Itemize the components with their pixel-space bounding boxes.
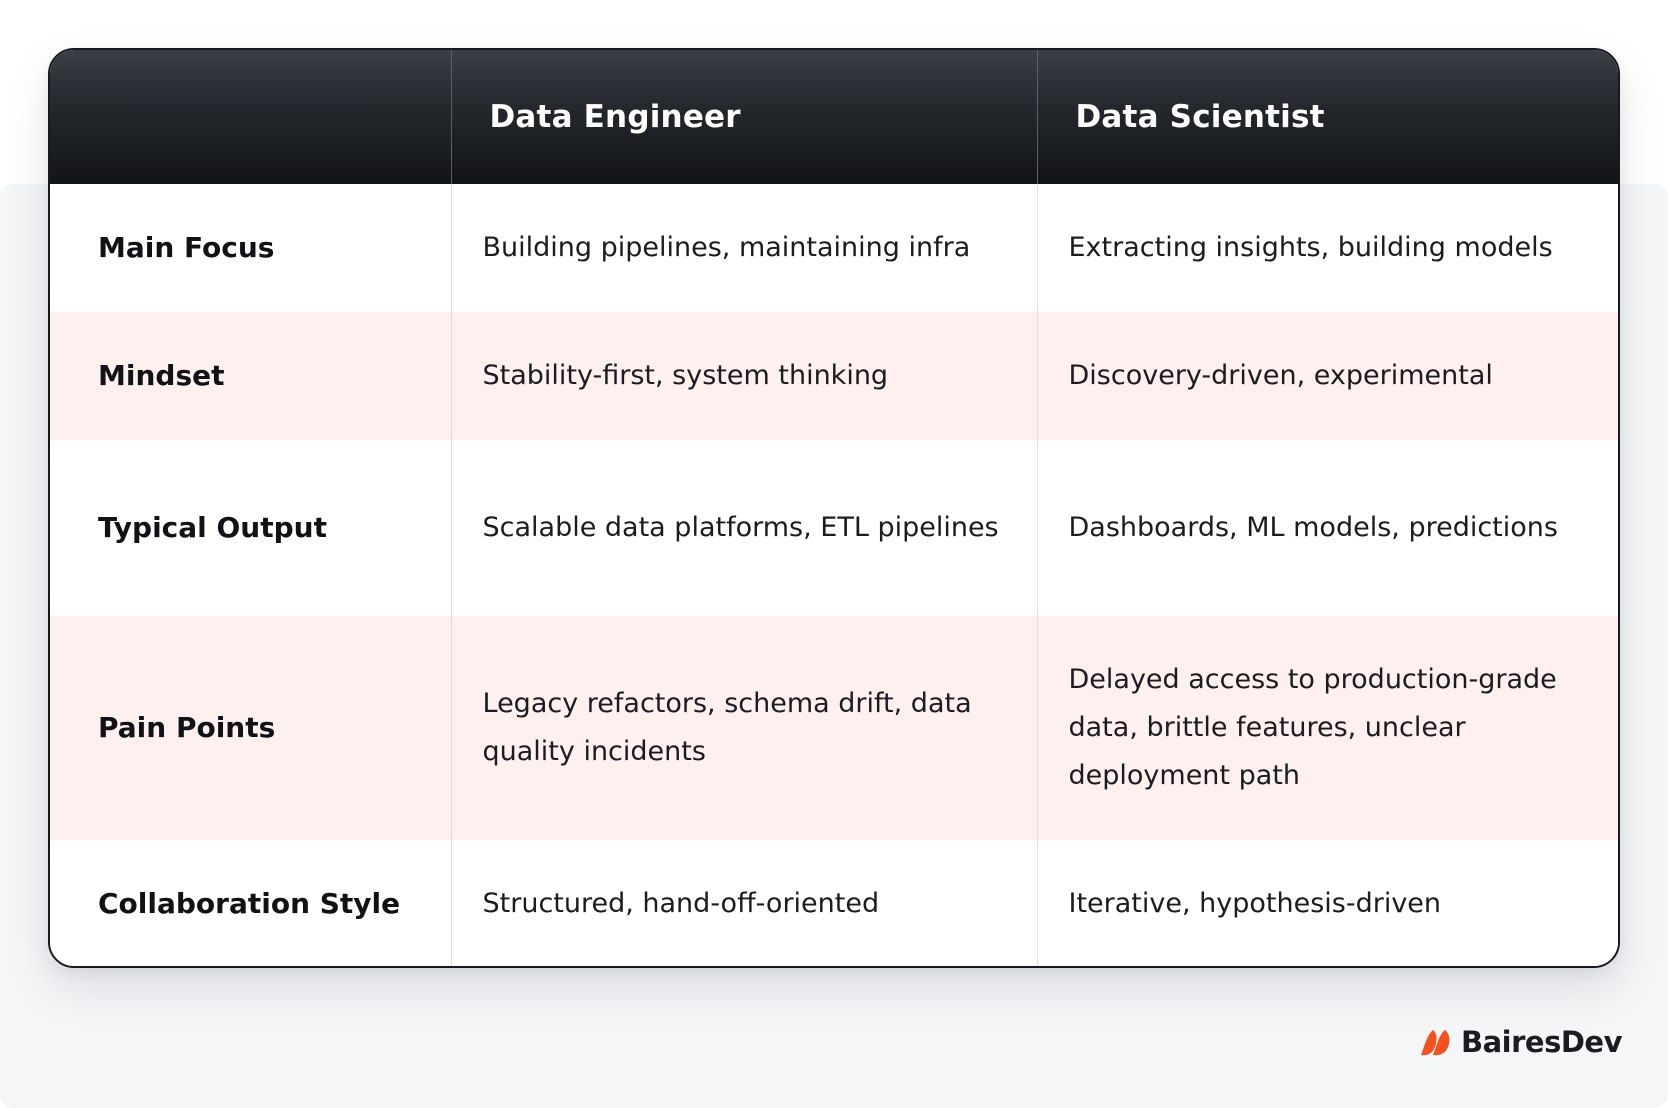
table-header-row: Data Engineer Data Scientist <box>50 50 1618 184</box>
table-row-collaboration-style: Collaboration Style Structured, hand-off… <box>50 840 1618 966</box>
brand-name: BairesDev <box>1461 1025 1623 1059</box>
comparison-table: Data Engineer Data Scientist Main Focus … <box>50 50 1618 966</box>
scientist-cell: Extracting insights, building models <box>1036 184 1618 312</box>
header-empty-cell <box>50 50 451 184</box>
engineer-cell: Scalable data platforms, ETL pipelines <box>450 440 1037 616</box>
brand-logo: BairesDev <box>1419 1022 1623 1062</box>
scientist-cell: Dashboards, ML models, predictions <box>1036 440 1618 616</box>
engineer-cell: Building pipelines, maintaining infra <box>450 184 1037 312</box>
row-label: Main Focus <box>50 184 451 312</box>
row-label: Typical Output <box>50 440 451 616</box>
page: Data Engineer Data Scientist Main Focus … <box>0 0 1668 1108</box>
scientist-cell: Delayed access to production-grade data,… <box>1036 616 1618 840</box>
header-data-engineer: Data Engineer <box>450 50 1037 184</box>
bairesdev-logo-icon <box>1421 1030 1450 1056</box>
table-row-mindset: Mindset Stability-first, system thinking… <box>50 312 1618 440</box>
row-label: Mindset <box>50 312 451 440</box>
row-label: Collaboration Style <box>50 840 451 966</box>
scientist-cell: Iterative, hypothesis-driven <box>1036 840 1618 966</box>
scientist-cell: Discovery-driven, experimental <box>1036 312 1618 440</box>
engineer-cell: Legacy refactors, schema drift, data qua… <box>450 616 1037 840</box>
comparison-table-card: Data Engineer Data Scientist Main Focus … <box>48 48 1620 968</box>
table-row-typical-output: Typical Output Scalable data platforms, … <box>50 440 1618 616</box>
header-data-scientist: Data Scientist <box>1036 50 1618 184</box>
row-label: Pain Points <box>50 616 451 840</box>
engineer-cell: Stability-first, system thinking <box>450 312 1037 440</box>
table-row-main-focus: Main Focus Building pipelines, maintaini… <box>50 184 1618 312</box>
engineer-cell: Structured, hand-off-oriented <box>450 840 1037 966</box>
table-row-pain-points: Pain Points Legacy refactors, schema dri… <box>50 616 1618 840</box>
